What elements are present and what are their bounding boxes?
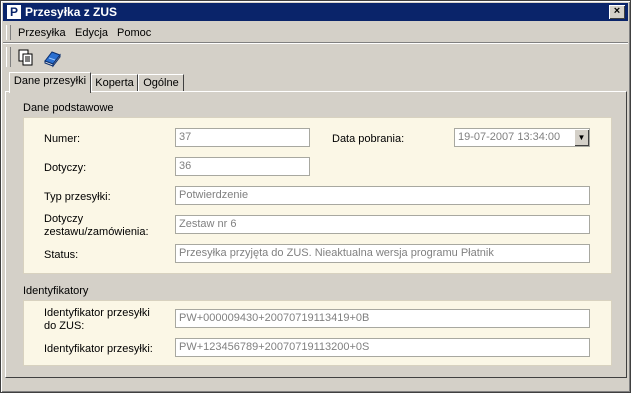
book-icon bbox=[44, 51, 61, 68]
data-pobrania-combo[interactable]: 19-07-2007 13:34:00 ▼ bbox=[454, 128, 590, 147]
toolbar bbox=[3, 44, 628, 71]
label-dotyczy-zestawu-1: Dotyczy bbox=[44, 213, 84, 225]
label-data-pobrania: Data pobrania: bbox=[332, 133, 405, 145]
menu-przesylka[interactable]: Przesyłka bbox=[18, 27, 66, 39]
status-field[interactable]: Przesyłka przyjęta do ZUS. Nieaktualna w… bbox=[175, 244, 590, 263]
zestaw-field[interactable]: Zestaw nr 6 bbox=[175, 215, 590, 234]
section-title-ids: Identyfikatory bbox=[23, 285, 89, 297]
label-status: Status: bbox=[44, 249, 79, 261]
label-typ-przesylki: Typ przesyłki: bbox=[44, 191, 111, 203]
menu-grip bbox=[6, 25, 11, 40]
tab-ogolne[interactable]: Ogólne bbox=[138, 74, 184, 92]
book-button[interactable] bbox=[41, 46, 63, 68]
numer-field[interactable]: 37 bbox=[175, 128, 310, 147]
window-title: Przesyłka z ZUS bbox=[25, 5, 118, 19]
label-dotyczy-zestawu-2: zestawu/zamówienia: bbox=[44, 226, 149, 238]
id-local-field[interactable]: PW+123456789+20070719113200+0S bbox=[175, 338, 590, 357]
label-id-zus-1: Identyfikator przesyłki bbox=[44, 307, 150, 319]
label-id-zus-2: do ZUS: bbox=[44, 320, 85, 332]
chevron-down-icon[interactable]: ▼ bbox=[574, 129, 589, 146]
title-bar: P Przesyłka z ZUS × bbox=[3, 3, 628, 21]
menu-bar: Przesyłka Edycja Pomoc bbox=[3, 23, 628, 43]
menu-edycja[interactable]: Edycja bbox=[75, 27, 108, 39]
label-id-local: Identyfikator przesyłki: bbox=[44, 343, 153, 355]
section-title-basic: Dane podstawowe bbox=[23, 102, 114, 114]
toolbar-grip bbox=[6, 47, 11, 67]
typ-przesylki-field[interactable]: Potwierdzenie bbox=[175, 186, 590, 205]
label-numer: Numer: bbox=[44, 133, 81, 145]
close-button[interactable]: × bbox=[609, 5, 625, 19]
tab-koperta[interactable]: Koperta bbox=[91, 74, 138, 92]
dotyczy-field[interactable]: 36 bbox=[175, 157, 310, 176]
id-zus-field[interactable]: PW+000009430+20070719113419+0B bbox=[175, 309, 590, 328]
data-pobrania-value: 19-07-2007 13:34:00 bbox=[458, 131, 561, 143]
copy-button[interactable] bbox=[15, 46, 37, 68]
window: P Przesyłka z ZUS × Przesyłka Edycja Pom… bbox=[0, 0, 631, 393]
label-dotyczy: Dotyczy: bbox=[44, 162, 87, 174]
tab-dane-przesylki[interactable]: Dane przesyłki bbox=[9, 72, 91, 93]
copy-icon bbox=[18, 49, 33, 66]
app-icon: P bbox=[6, 4, 22, 20]
menu-pomoc[interactable]: Pomoc bbox=[117, 27, 151, 39]
